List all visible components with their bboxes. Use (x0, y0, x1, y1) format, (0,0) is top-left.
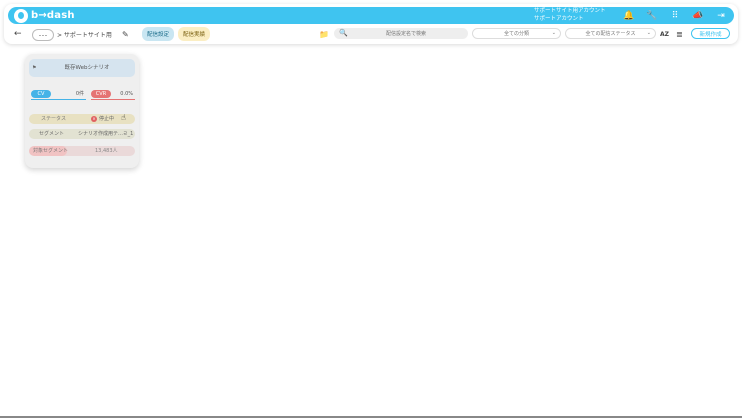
category-filter-select[interactable]: 全ての分類 ⌄ (472, 28, 561, 39)
megaphone-icon[interactable]: 📣 (689, 8, 707, 23)
logout-icon[interactable]: ⇥ (712, 8, 730, 23)
grid-icon[interactable]: ⠿ (666, 8, 684, 23)
cvr-value: 0.0% (120, 91, 133, 97)
top-navigation-bar: b→dash サポートサイト用アカウント サポートアカウント 🔔 🔧 ⠿ 📣 ⇥ (8, 7, 734, 24)
flag-icon: ⚑ (32, 65, 37, 71)
logo-mark-icon (14, 8, 28, 23)
status-filter-select[interactable]: 全ての配信ステータス ⌄ (565, 28, 656, 39)
chevron-down-icon: ⌄ (646, 30, 651, 36)
cv-label: CV (31, 90, 51, 98)
status-filter-value: 全ての配信ステータス (585, 31, 636, 37)
ellipsis-button[interactable]: ･･･ (32, 29, 54, 41)
tab-delivery-results[interactable]: 配信実績 (178, 27, 211, 41)
list-view-icon[interactable]: ≣ (676, 27, 683, 41)
scenario-card[interactable]: ⚑ 既存Webシナリオ CV 0件 CVR 0.0% ステータス × 停止中 ☝… (25, 54, 139, 168)
wrench-icon[interactable]: 🔧 (643, 8, 661, 23)
back-arrow-icon[interactable]: ← (14, 27, 22, 41)
breadcrumb[interactable]: > サポートサイト用 (57, 27, 112, 41)
cv-metric: CV 0件 (31, 90, 86, 100)
logo-text: b→dash (31, 10, 75, 21)
cvr-label: CVR (91, 90, 111, 98)
toolbar: ← ･･･ > サポートサイト用 ✎ 配信設定 配信実績 📁 🔍 全ての分類 ⌄… (8, 27, 734, 41)
account-info[interactable]: サポートサイト用アカウント サポートアカウント (534, 8, 606, 23)
segment-row[interactable]: セグメント シナリオ作成用テ…ㄹ_1 (29, 129, 135, 139)
cvr-underline (91, 99, 135, 100)
account-user: サポートアカウント (534, 15, 584, 22)
stopped-status-icon: × (91, 116, 97, 122)
new-create-button[interactable]: 新規作成 (691, 28, 730, 39)
logo[interactable]: b→dash (14, 8, 75, 23)
search-icon: 🔍 (339, 29, 348, 37)
card-header[interactable]: ⚑ 既存Webシナリオ (29, 59, 135, 77)
card-title: 既存Webシナリオ (64, 65, 110, 71)
status-row[interactable]: ステータス × 停止中 ☝ (29, 113, 135, 124)
status-label: ステータス (41, 116, 67, 122)
cv-underline (31, 99, 86, 100)
segment-value: シナリオ作成用テ…ㄹ_1 (78, 131, 134, 137)
top-icon-group: 🔔 🔧 ⠿ 📣 ⇥ (620, 8, 735, 23)
pencil-icon[interactable]: ✎ (122, 27, 129, 41)
chevron-down-icon: ⌄ (551, 30, 556, 36)
search-box: 🔍 (334, 28, 468, 39)
target-segment-row: 対象セグメント 13,483人 (29, 146, 135, 156)
account-name: サポートサイト用アカウント (534, 8, 606, 14)
segment-label: セグメント (39, 131, 65, 137)
sort-az-icon[interactable]: AZ (660, 27, 669, 41)
cvr-metric: CVR 0.0% (91, 90, 135, 100)
target-segment-count: 13,483人 (95, 148, 118, 154)
target-segment-label: 対象セグメント (33, 148, 69, 154)
category-filter-value: 全ての分類 (503, 31, 529, 37)
cv-value: 0件 (75, 91, 84, 97)
status-value: 停止中 (99, 116, 115, 122)
add-folder-icon[interactable]: 📁 (319, 27, 329, 41)
tab-delivery-settings[interactable]: 配信設定 (142, 27, 175, 41)
hand-cursor-icon: ☝ (121, 113, 126, 122)
search-input[interactable] (350, 28, 462, 39)
bell-icon[interactable]: 🔔 (620, 8, 638, 23)
